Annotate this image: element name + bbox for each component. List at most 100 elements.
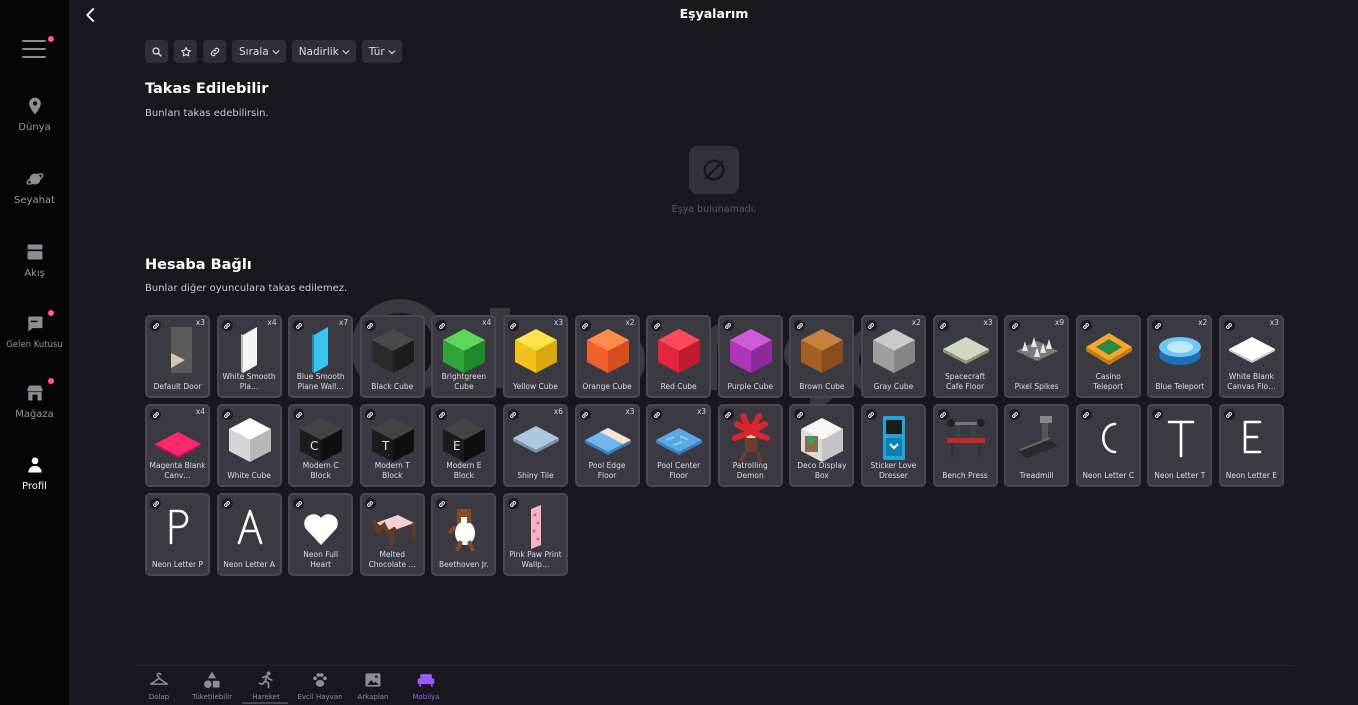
tab-backgrounds[interactable]: Arkaplan [345, 670, 401, 705]
item-name: Orange Cube [582, 382, 632, 391]
item-card[interactable]: Red Cube [646, 315, 712, 398]
search-button[interactable] [145, 40, 168, 63]
bound-filter-button[interactable] [203, 40, 226, 63]
item-thumbnail [1012, 412, 1062, 464]
shop-notification-dot [48, 378, 54, 384]
item-card[interactable]: Neon Letter E [1218, 404, 1284, 487]
item-card[interactable]: Beethoven Jr. [431, 493, 497, 576]
item-name: Brightgreen Cube [441, 372, 487, 391]
bound-section-title: Hesaba Bağlı [145, 257, 252, 273]
item-card[interactable]: x2 Orange Cube [574, 315, 640, 398]
item-card[interactable]: x3 Pool Edge Floor [574, 404, 640, 487]
item-card[interactable]: x2 Gray Cube [860, 315, 926, 398]
item-quantity: x6 [553, 407, 563, 416]
chevron-down-icon [272, 49, 280, 54]
item-name: Casino Teleport [1093, 372, 1124, 391]
item-card[interactable]: C Modern C Block [288, 404, 354, 487]
item-card[interactable]: Bench Press [932, 404, 998, 487]
tab-label: Mobilya [412, 693, 440, 701]
item-card[interactable]: Treadmill [1004, 404, 1070, 487]
item-thumbnail [869, 323, 919, 375]
tab-movement[interactable]: Hareket [238, 670, 294, 705]
tab-pets[interactable]: Evcil Hayvan [292, 670, 348, 705]
back-arrow-icon[interactable] [82, 6, 100, 24]
type-dropdown[interactable]: Tür [361, 40, 402, 63]
item-name: Pool Center Floor [657, 461, 701, 480]
item-name: Shiny Tile [517, 471, 554, 480]
item-name: Brown Cube [799, 382, 845, 391]
svg-text:C: C [310, 439, 318, 453]
item-card[interactable]: x3 Spacecraft Cafe Floor [932, 315, 998, 398]
item-card[interactable]: Neon Letter P [145, 493, 210, 576]
item-card[interactable]: x7 Blue Smooth Plane Wall… [288, 315, 354, 398]
item-card[interactable]: T Modern T Block [359, 404, 425, 487]
item-card[interactable]: Purple Cube [717, 315, 783, 398]
sidebar-item-label: Dünya [18, 122, 51, 133]
item-quantity: x3 [983, 318, 993, 327]
item-card[interactable]: Melted Chocolate … [359, 493, 425, 576]
tab-furniture[interactable]: Mobilya [398, 670, 454, 705]
item-card[interactable]: x4 White Smooth Pla… [216, 315, 282, 398]
item-card[interactable]: x4 Magenta Blank Canv… [145, 404, 210, 487]
item-card[interactable]: x2 Blue Teleport [1147, 315, 1213, 398]
link-icon [865, 320, 877, 331]
location-pin-icon [28, 97, 41, 115]
item-card[interactable]: Patrolling Demon [717, 404, 783, 487]
link-icon [221, 498, 233, 509]
item-thumbnail [439, 501, 489, 553]
item-card[interactable]: x3 White Blank Canvas Flo… [1218, 315, 1284, 398]
sidebar-item-profile[interactable]: Profil [0, 455, 69, 515]
item-card[interactable]: x4 Brightgreen Cube [431, 315, 497, 398]
item-card[interactable]: Pink Paw Print Wallp… [502, 493, 568, 576]
item-card[interactable]: x3 Yellow Cube [502, 315, 568, 398]
empty-state-text: Eşya bulunamadı. [671, 204, 757, 215]
bound-section-subtitle: Bunlar diğer oyunculara takas edilemez. [145, 283, 348, 294]
item-thumbnail [511, 323, 561, 375]
item-card[interactable]: x9 Pixel Spikes [1004, 315, 1070, 398]
tab-consumables[interactable]: Tüketilebilir [184, 670, 240, 705]
rarity-dropdown[interactable]: Nadirlik [291, 40, 356, 63]
link-icon [210, 47, 219, 56]
item-card[interactable]: x3 Pool Center Floor [646, 404, 712, 487]
item-card[interactable]: E Modern E Block [431, 404, 497, 487]
link-icon [436, 498, 448, 509]
sort-dropdown[interactable]: Sırala [232, 40, 286, 63]
item-card[interactable]: White Cube [216, 404, 282, 487]
item-card[interactable]: Casino Teleport [1075, 315, 1141, 398]
tab-wardrobe[interactable]: Dolap [131, 670, 187, 705]
item-card[interactable]: Neon Full Heart [288, 493, 354, 576]
item-name: Sticker Love Dresser [870, 461, 917, 480]
item-thumbnail [797, 412, 847, 464]
item-name: Neon Letter A [223, 560, 275, 569]
sidebar-item-shop[interactable]: Mağaza [0, 383, 69, 443]
tab-label: Arkaplan [357, 693, 389, 701]
item-card[interactable]: x6 Shiny Tile [502, 404, 568, 487]
sidebar-item-feed[interactable]: Akış [0, 242, 69, 302]
link-icon [150, 409, 161, 420]
item-card[interactable]: Neon Letter T [1147, 404, 1213, 487]
link-icon [937, 320, 949, 331]
item-name: White Cube [227, 471, 271, 480]
sidebar-item-label: Mağaza [15, 409, 54, 420]
item-thumbnail [439, 323, 489, 375]
sidebar-item-travel[interactable]: Seyahat [0, 169, 69, 229]
link-icon [364, 320, 376, 331]
item-card[interactable]: Sticker Love Dresser [860, 404, 926, 487]
item-card[interactable]: Brown Cube [789, 315, 855, 398]
link-icon [579, 320, 591, 331]
item-thumbnail [1012, 323, 1062, 375]
item-card[interactable]: Black Cube [359, 315, 425, 398]
link-icon [507, 409, 519, 420]
item-thumbnail [368, 501, 418, 553]
item-card[interactable]: x3 Default Door [145, 315, 210, 398]
link-icon [1009, 409, 1021, 420]
favorites-filter-button[interactable] [174, 40, 197, 63]
item-card[interactable]: Deco Display Box [789, 404, 855, 487]
item-name: Treadmill [1019, 471, 1054, 480]
menu-button[interactable] [22, 40, 46, 60]
sidebar-item-world[interactable]: Dünya [0, 96, 69, 156]
item-thumbnail [225, 323, 275, 375]
item-card[interactable]: Neon Letter A [216, 493, 282, 576]
item-card[interactable]: Neon Letter C [1075, 404, 1141, 487]
sidebar-item-inbox[interactable]: Gelen Kutusu [0, 314, 69, 374]
